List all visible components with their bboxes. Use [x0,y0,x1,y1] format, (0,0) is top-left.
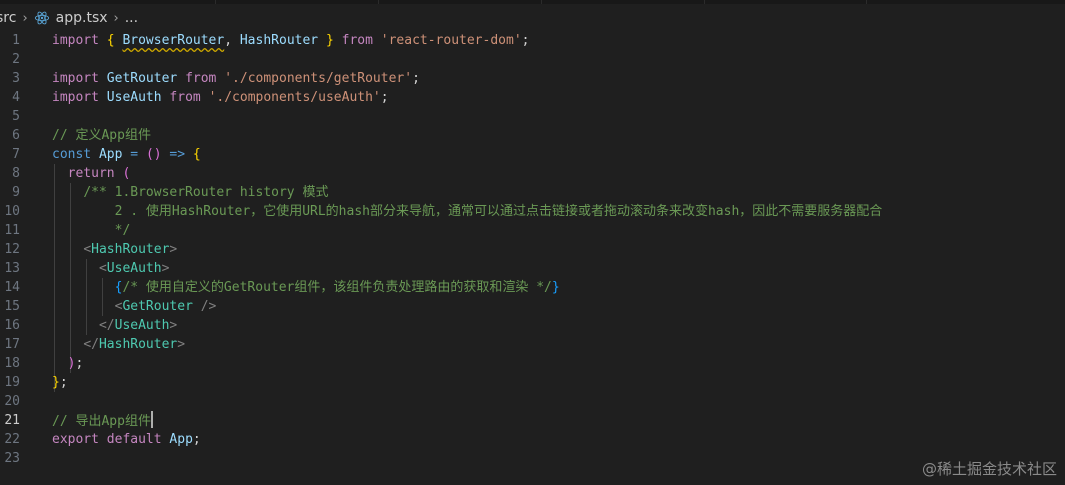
line-number: 1 [12,33,20,48]
line-number: 14 [4,280,20,295]
code-line[interactable]: 20 [0,392,1065,411]
code-line[interactable]: 11 */ [0,221,1065,240]
code-text: ); [67,356,84,371]
code-line[interactable]: 2 [0,50,1065,69]
code-text: import GetRouter from './components/getR… [52,71,420,86]
code-line[interactable]: 17 </HashRouter> [0,335,1065,354]
code-text: // 定义App组件 [52,128,151,143]
line-number: 19 [4,375,20,390]
code-line[interactable]: 22 export default App; [0,430,1065,449]
code-text: <HashRouter> [83,242,178,257]
line-number: 18 [4,356,20,371]
line-number: 2 [12,52,20,67]
code-line[interactable]: 9 /** 1.BrowserRouter history 模式 [0,183,1065,202]
breadcrumb: src › app.tsx › ... [0,6,1065,30]
code-editor[interactable]: 1 import { BrowserRouter, HashRouter } fr… [0,31,1065,485]
line-number: 6 [12,128,20,143]
line-number: 8 [12,166,20,181]
code-line[interactable]: 19}; [0,373,1065,392]
code-text: </UseAuth> [98,318,178,333]
code-line[interactable]: 13 <UseAuth> [0,259,1065,278]
code-line[interactable]: 5 [0,107,1065,126]
code-line[interactable]: 14 {/* 使用自定义的GetRouter组件，该组件负责处理路由的获取和渲染… [0,278,1065,297]
line-number: 11 [4,223,20,238]
code-line[interactable]: 4 import UseAuth from './components/useAu… [0,88,1065,107]
code-line[interactable]: 12 <HashRouter> [0,240,1065,259]
line-number: 20 [4,394,20,409]
code-text: import UseAuth from './components/useAut… [52,90,389,105]
code-line[interactable]: 8 return ( [0,164,1065,183]
chevron-right-icon: › [113,10,119,26]
code-text: <GetRouter /> [114,299,217,314]
watermark: @稀土掘金技术社区 [921,460,1057,478]
line-number: 9 [12,185,20,200]
code-text: return ( [67,166,131,181]
text-cursor [150,411,153,428]
code-line[interactable]: 21 // 导出App组件 [0,411,1065,430]
code-line[interactable]: 1 import { BrowserRouter, HashRouter } fr… [0,31,1065,50]
line-number: 4 [12,90,20,105]
line-number: 21 [4,413,20,428]
chevron-right-icon: › [22,10,28,26]
line-number: 12 [4,242,20,257]
code-line[interactable]: 16 </UseAuth> [0,316,1065,335]
line-number: 7 [12,147,20,162]
code-line[interactable]: 23 [0,449,1065,468]
react-icon [34,11,49,25]
code-text: }; [52,375,68,390]
code-text: export default App; [52,432,201,447]
code-line[interactable]: 7 const App = () => { [0,145,1065,164]
line-number: 10 [4,204,20,219]
editor-tab-strip [0,0,1065,4]
line-number: 16 [4,318,20,333]
line-number: 13 [4,261,20,276]
code-text: /** 1.BrowserRouter history 模式 [83,185,329,200]
breadcrumb-symbol[interactable]: ... [125,10,138,26]
line-number: 3 [12,71,20,86]
code-text: </HashRouter> [83,337,186,352]
line-number: 23 [4,451,20,466]
code-line[interactable]: 15 <GetRouter /> [0,297,1065,316]
code-line[interactable]: 6 // 定义App组件 [0,126,1065,145]
code-line[interactable]: 10 2 . 使用HashRouter，它使用URL的hash部分来导航，通常可… [0,202,1065,221]
code-text: */ [114,223,131,238]
code-line[interactable]: 18 ); [0,354,1065,373]
line-number: 15 [4,299,20,314]
code-text: const App = () => { [52,147,201,162]
line-number: 17 [4,337,20,352]
code-text: {/* 使用自定义的GetRouter组件，该组件负责处理路由的获取和渲染 */… [114,280,560,295]
breadcrumb-file[interactable]: app.tsx [56,10,108,26]
code-text: import { BrowserRouter, HashRouter } fro… [52,33,530,48]
code-text: <UseAuth> [98,261,170,276]
code-text: 2 . 使用HashRouter，它使用URL的hash部分来导航，通常可以通过… [114,204,883,219]
code-text: // 导出App组件 [52,411,153,431]
line-number: 5 [12,109,20,124]
code-line[interactable]: 3 import GetRouter from './components/get… [0,69,1065,88]
breadcrumb-folder[interactable]: src [0,10,16,26]
line-number: 22 [4,432,20,447]
